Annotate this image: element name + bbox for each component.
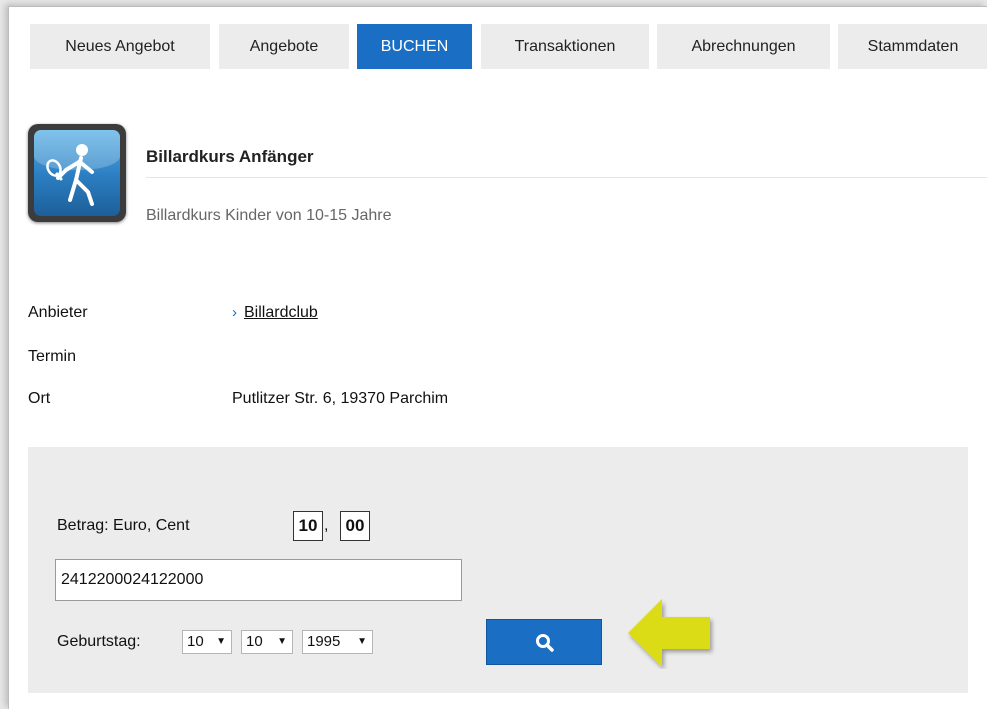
birthday-day-value: 10 [187, 633, 204, 650]
anbieter-value: › Billardclub [232, 304, 318, 322]
title-divider [146, 177, 987, 178]
person-tennis-icon [28, 124, 126, 222]
tab-buchen[interactable]: BUCHEN [357, 24, 472, 69]
caret-down-icon: ▼ [216, 636, 226, 647]
search-button[interactable] [486, 619, 602, 665]
caret-down-icon: ▼ [277, 636, 287, 647]
birthday-month-value: 10 [246, 633, 263, 650]
caret-down-icon: ▼ [357, 636, 367, 647]
tab-stammdaten[interactable]: Stammdaten [838, 24, 987, 69]
cent-input[interactable]: 00 [340, 511, 370, 541]
birthday-year-value: 1995 [307, 633, 341, 650]
chevron-right-icon: › [232, 304, 237, 321]
euro-input[interactable]: 10 [293, 511, 323, 541]
amount-separator: , [324, 517, 329, 534]
amount-label: Betrag: Euro, Cent [57, 517, 190, 534]
search-icon [536, 634, 554, 652]
arrow-left-icon [628, 599, 710, 667]
course-subtitle: Billardkurs Kinder von 10-15 Jahre [146, 207, 392, 224]
termin-label: Termin [28, 348, 77, 365]
birthday-year-select[interactable]: 1995 ▼ [302, 630, 373, 654]
booking-panel: Betrag: Euro, Cent 10 , 00 Geburtstag: 1… [28, 447, 968, 693]
card-number-input[interactable] [55, 559, 462, 601]
tab-transaktionen[interactable]: Transaktionen [481, 24, 649, 69]
anbieter-link[interactable]: Billardclub [244, 304, 318, 321]
app-window: Neues Angebot Angebote BUCHEN Transaktio… [8, 6, 987, 709]
ort-value: Putlitzer Str. 6, 19370 Parchim [232, 390, 449, 407]
birthday-label: Geburtstag: [57, 633, 141, 650]
anbieter-label: Anbieter [28, 304, 88, 321]
birthday-month-select[interactable]: 10 ▼ [241, 630, 293, 654]
ort-label: Ort [28, 390, 51, 407]
course-title: Billardkurs Anfänger [146, 147, 314, 166]
tab-abrechnungen[interactable]: Abrechnungen [657, 24, 830, 69]
tab-neues-angebot[interactable]: Neues Angebot [30, 24, 210, 69]
tab-angebote[interactable]: Angebote [219, 24, 349, 69]
birthday-day-select[interactable]: 10 ▼ [182, 630, 232, 654]
